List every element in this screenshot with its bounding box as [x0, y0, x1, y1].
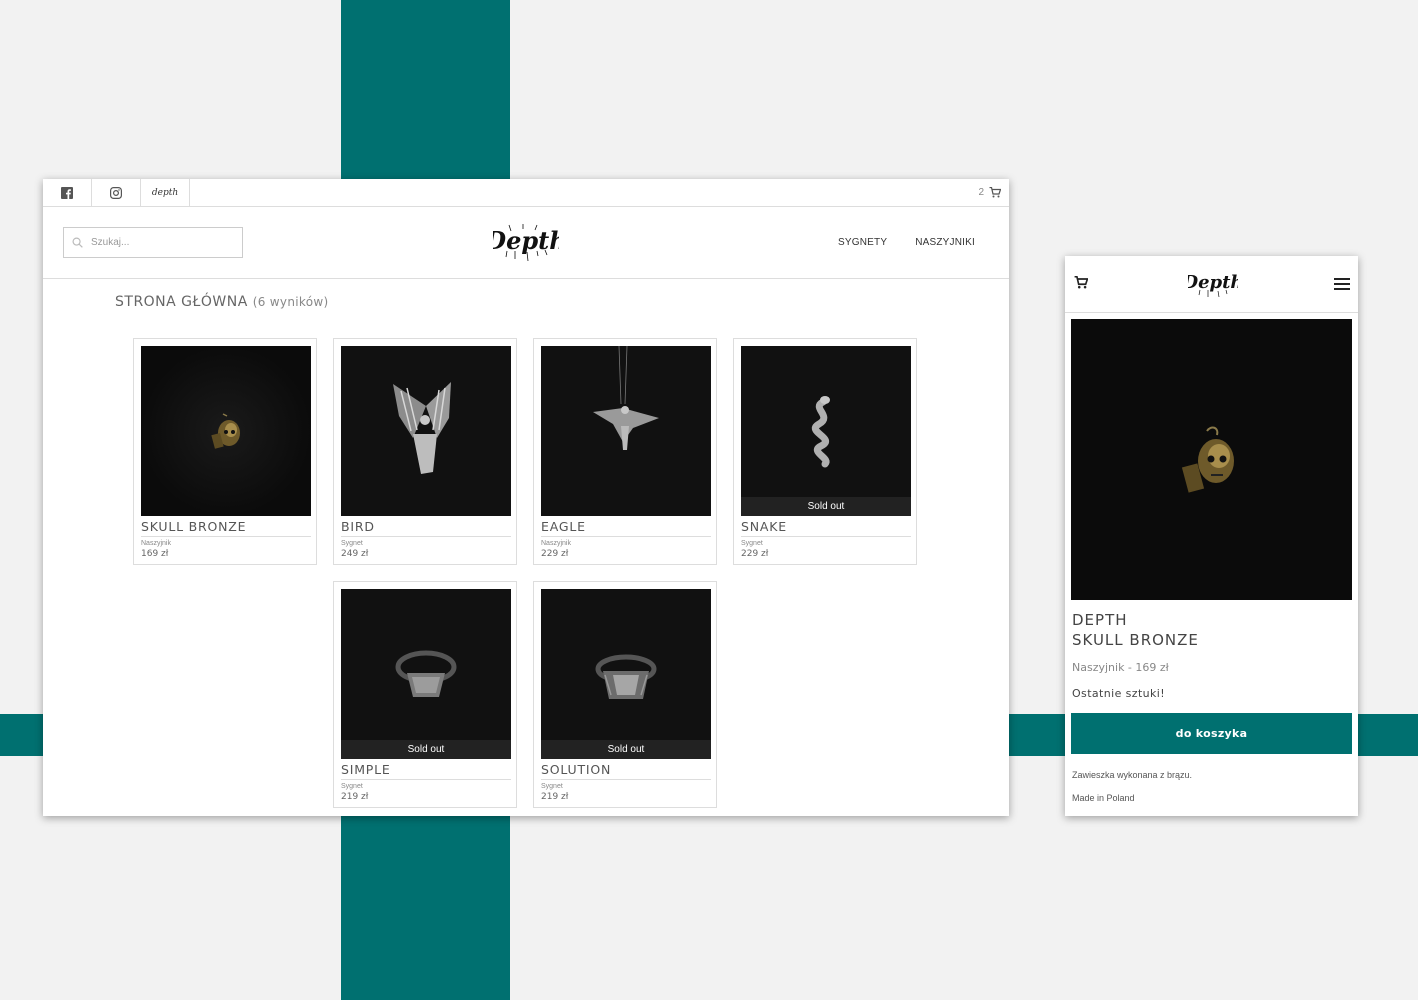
- top-bar: depth 2: [43, 179, 1009, 207]
- product-price: 219 zł: [341, 792, 369, 802]
- product-category: Sygnet: [341, 540, 363, 547]
- nav-item-naszyjniki[interactable]: NASZYJNIKI: [915, 237, 975, 248]
- product-image[interactable]: Sold out: [741, 346, 911, 516]
- product-price: 169 zł: [141, 549, 169, 559]
- product-card[interactable]: Sold out SIMPLE Sygnet 219 zł: [333, 581, 517, 808]
- sold-out-badge: Sold out: [341, 740, 511, 759]
- made-in-label: Made in Poland: [1072, 793, 1135, 803]
- facebook-link[interactable]: [43, 179, 92, 206]
- product-card[interactable]: Sold out SNAKE Sygnet 229 zł: [733, 338, 917, 565]
- product-hero-image[interactable]: [1071, 319, 1352, 600]
- cart-icon: [1074, 275, 1089, 289]
- site-logo[interactable]: Depth: [484, 221, 567, 263]
- skull-pendant-image: [141, 346, 311, 516]
- product-category: Naszyjnik: [141, 540, 171, 547]
- product-card[interactable]: BIRD Sygnet 249 zł: [333, 338, 517, 565]
- simple-ring-image: [341, 589, 511, 759]
- mobile-window: Depth DEPTH SKULL BRONZE Naszyjnik - 169…: [1065, 256, 1358, 816]
- mobile-header: Depth: [1065, 256, 1358, 313]
- product-name[interactable]: SIMPLE: [341, 762, 511, 780]
- product-image[interactable]: Sold out: [341, 589, 511, 759]
- search-icon: [72, 237, 83, 248]
- mobile-logo[interactable]: Depth: [1181, 266, 1244, 300]
- product-image[interactable]: Sold out: [541, 589, 711, 759]
- product-name[interactable]: BIRD: [341, 519, 511, 537]
- sold-out-badge: Sold out: [541, 740, 711, 759]
- facebook-icon: [61, 186, 73, 199]
- bird-ring-image: [341, 346, 511, 516]
- product-category: Sygnet: [541, 783, 563, 790]
- product-title-name: SKULL BRONZE: [1072, 631, 1199, 649]
- menu-icon: [1334, 278, 1350, 290]
- instagram-icon: [110, 186, 122, 199]
- product-title-brand: DEPTH: [1072, 611, 1128, 629]
- product-category: Sygnet: [341, 783, 363, 790]
- product-price: 229 zł: [741, 549, 769, 559]
- solution-ring-image: [541, 589, 711, 759]
- product-price: 249 zł: [341, 549, 369, 559]
- product-name[interactable]: SKULL BRONZE: [141, 519, 311, 537]
- page-title: STRONA GŁÓWNA (6 wyników): [115, 294, 328, 310]
- product-name[interactable]: SOLUTION: [541, 762, 711, 780]
- eagle-pendant-image: [541, 346, 711, 516]
- brand-link[interactable]: depth: [141, 179, 190, 206]
- site-header: Depth SYGNETY NASZYJNIKI: [43, 207, 1009, 279]
- product-name[interactable]: EAGLE: [541, 519, 711, 537]
- product-card[interactable]: SKULL BRONZE Naszyjnik 169 zł: [133, 338, 317, 565]
- brand-small: depth: [151, 187, 179, 198]
- product-price: 229 zł: [541, 549, 569, 559]
- snake-ring-image: [741, 346, 911, 516]
- instagram-link[interactable]: [92, 179, 141, 206]
- cart-icon: [989, 187, 1001, 198]
- product-image[interactable]: [541, 346, 711, 516]
- cart-count: 2: [978, 187, 984, 198]
- logo-text: Depth: [493, 226, 559, 255]
- product-name[interactable]: SNAKE: [741, 519, 911, 537]
- product-subtitle: Naszyjnik - 169 zł: [1072, 661, 1169, 674]
- mobile-logo-text: Depth: [1188, 272, 1238, 293]
- search-input[interactable]: [89, 236, 223, 249]
- skull-pendant-large-image: [1071, 319, 1352, 600]
- desktop-window: depth 2 Depth SYGNETY NASZYJNIKI STRONA …: [43, 179, 1009, 816]
- product-category: Sygnet: [741, 540, 763, 547]
- product-description: Zawieszka wykonana z brązu.: [1072, 770, 1193, 780]
- product-card[interactable]: Sold out SOLUTION Sygnet 219 zł: [533, 581, 717, 808]
- search-box: [63, 227, 243, 258]
- product-title: DEPTH SKULL BRONZE: [1072, 610, 1199, 650]
- product-image[interactable]: [341, 346, 511, 516]
- product-image[interactable]: [141, 346, 311, 516]
- nav-item-sygnety[interactable]: SYGNETY: [838, 237, 887, 248]
- mobile-menu-button[interactable]: [1334, 277, 1350, 295]
- results-count: (6 wyników): [252, 295, 329, 309]
- mobile-cart-button[interactable]: [1074, 275, 1089, 294]
- main-nav: SYGNETY NASZYJNIKI: [838, 207, 975, 278]
- add-to-cart-button[interactable]: do koszyka: [1071, 713, 1352, 754]
- page-title-text: STRONA GŁÓWNA: [115, 294, 248, 310]
- product-card[interactable]: EAGLE Naszyjnik 229 zł: [533, 338, 717, 565]
- product-category: Naszyjnik: [541, 540, 571, 547]
- product-price: 219 zł: [541, 792, 569, 802]
- sold-out-badge: Sold out: [741, 497, 911, 516]
- cart-link[interactable]: 2: [978, 179, 1001, 206]
- stock-status: Ostatnie sztuki!: [1072, 687, 1166, 700]
